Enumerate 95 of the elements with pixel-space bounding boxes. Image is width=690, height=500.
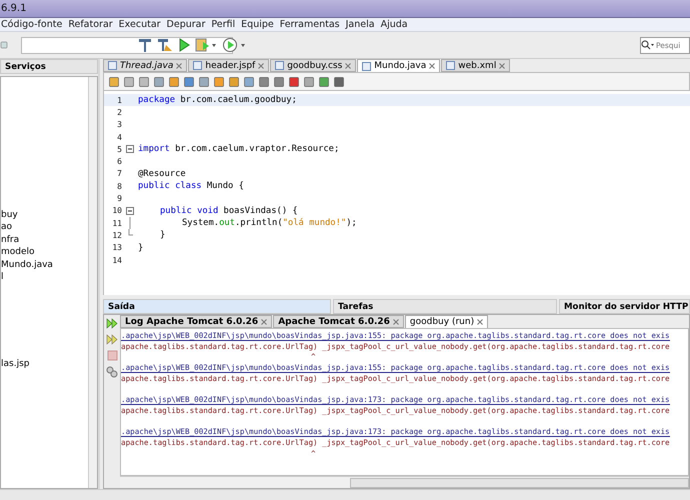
file-icon: [108, 61, 117, 70]
line-number: 12: [111, 230, 122, 240]
editor-tab[interactable]: web.xml: [441, 59, 510, 72]
code-line: import br.com.caelum.vraptor.Resource;: [138, 144, 340, 154]
close-icon[interactable]: [392, 318, 399, 324]
menu-item[interactable]: Ajuda: [380, 19, 408, 30]
toolbar-icon[interactable]: [108, 76, 120, 88]
toolbar-icon[interactable]: [303, 76, 315, 88]
menu-item[interactable]: Ferramentas: [280, 19, 340, 30]
file-icon: [193, 61, 202, 70]
code-line: }: [160, 230, 166, 240]
file-icon: [446, 61, 456, 70]
toolbar-icon[interactable]: [198, 76, 210, 88]
close-icon[interactable]: [499, 62, 506, 68]
close-icon[interactable]: [477, 319, 484, 325]
toolbar-icon[interactable]: [258, 76, 270, 88]
rerun-icon[interactable]: [106, 334, 118, 345]
line-number: 3: [116, 120, 122, 130]
line-number: 4: [116, 132, 122, 142]
fold-icon[interactable]: [126, 145, 134, 154]
tree-item[interactable]: nfra: [1, 234, 20, 246]
line-number: 13: [111, 243, 122, 252]
search-icon: [641, 40, 655, 50]
toolbar-icon[interactable]: [168, 76, 180, 88]
toolbar-icon[interactable]: [318, 76, 330, 88]
close-icon[interactable]: [429, 63, 436, 69]
close-icon[interactable]: [345, 62, 352, 68]
panel-tab[interactable]: Saída: [103, 299, 331, 314]
scroll-thumb[interactable]: [350, 478, 689, 488]
debug-icon[interactable]: [195, 38, 217, 52]
tree-item[interactable]: l: [1, 270, 4, 284]
menu-item[interactable]: Refatorar: [68, 19, 113, 30]
editor-tab[interactable]: header.jspf: [188, 59, 270, 72]
file-icon: [275, 61, 284, 70]
toolbar-icon[interactable]: [333, 76, 345, 88]
toolbar-icon[interactable]: [228, 76, 240, 88]
fold-line: [129, 217, 131, 230]
editor-tab[interactable]: goodbuy.css: [270, 59, 356, 72]
scrollbar[interactable]: [120, 476, 689, 488]
code-line: }: [138, 242, 144, 253]
output-tab[interactable]: Apache Tomcat 6.0.26: [273, 315, 404, 328]
menu-item[interactable]: Código-fonte: [1, 19, 62, 30]
toolbar-icon[interactable]: [213, 76, 225, 88]
code-line: public class Mundo {: [138, 181, 244, 192]
line-number: 6: [116, 157, 122, 166]
play-icon[interactable]: [178, 38, 190, 52]
close-icon[interactable]: [261, 318, 268, 324]
rerun-icon[interactable]: [106, 318, 118, 329]
toolbar-icon[interactable]: [183, 76, 195, 88]
menu-item[interactable]: Equipe: [241, 19, 274, 30]
gears-icon[interactable]: [106, 366, 118, 378]
line-number: 5: [116, 144, 122, 154]
tree-item[interactable]: Mundo.java: [1, 258, 53, 271]
menu-item[interactable]: Executar: [118, 19, 161, 30]
line-number: 11: [111, 218, 122, 228]
toolbar-icon[interactable]: [153, 76, 165, 88]
tree-item[interactable]: ao: [1, 221, 12, 234]
code-line: package br.com.caelum.goodbuy;: [138, 95, 297, 106]
panel-tab[interactable]: Tarefas: [333, 299, 557, 314]
tree-item[interactable]: modelo: [1, 246, 35, 259]
code-line: @Resource: [138, 168, 186, 179]
toolbar-icon[interactable]: [123, 76, 135, 88]
output-tab[interactable]: Log Apache Tomcat 6.0.26: [120, 315, 272, 328]
line-number: 7: [116, 169, 122, 178]
scrollbar[interactable]: [88, 77, 97, 488]
fold-icon[interactable]: [126, 206, 134, 215]
panel-tab[interactable]: Monitor do servidor HTTP: [559, 299, 690, 314]
close-icon[interactable]: [176, 62, 182, 68]
hammer-icon[interactable]: [138, 37, 152, 53]
line-number: 2: [116, 108, 122, 117]
code-editor[interactable]: 1 package br.com.caelum.goodbuy; 2 3 4 5 import br.com.caelum.vraptor.Resource; 6 7 @Resource 8 public class Mundo { 9 10 public void boasVindas() { 11 System.out.println("olá mundo!"); 12 } 13 } 14: [103, 91, 690, 295]
toolbar-icon[interactable]: [138, 76, 150, 88]
tree-item[interactable]: las.jsp: [1, 358, 30, 371]
toolbar-icon[interactable]: [243, 76, 255, 88]
editor-tab[interactable]: Mundo.java: [357, 59, 440, 72]
window-title: 6.9.1: [1, 3, 26, 14]
output-tab[interactable]: goodbuy (run): [404, 315, 488, 328]
toolbar-icon[interactable]: [288, 76, 300, 88]
code-line: System.out.println("olá mundo!");: [182, 218, 357, 228]
code-line: public void boasVindas() {: [160, 206, 298, 216]
line-number: 14: [111, 256, 122, 264]
tree-item[interactable]: buy: [1, 209, 18, 222]
toolbar-icon[interactable]: [273, 76, 285, 88]
close-icon[interactable]: [258, 62, 264, 68]
line-number: 9: [116, 194, 122, 204]
line-number: 1: [116, 96, 122, 105]
line-number: 10: [111, 206, 122, 216]
hammer-broom-icon[interactable]: [157, 37, 173, 53]
line-number: 8: [116, 182, 122, 191]
menu-item[interactable]: Perfil: [211, 19, 236, 30]
editor-tab[interactable]: Thread.java: [103, 59, 188, 72]
menu-item[interactable]: Depurar: [166, 19, 206, 30]
profile-icon[interactable]: [222, 37, 246, 53]
menu-item[interactable]: Janela: [346, 19, 375, 30]
panel-tab[interactable]: Serviços: [0, 59, 98, 74]
